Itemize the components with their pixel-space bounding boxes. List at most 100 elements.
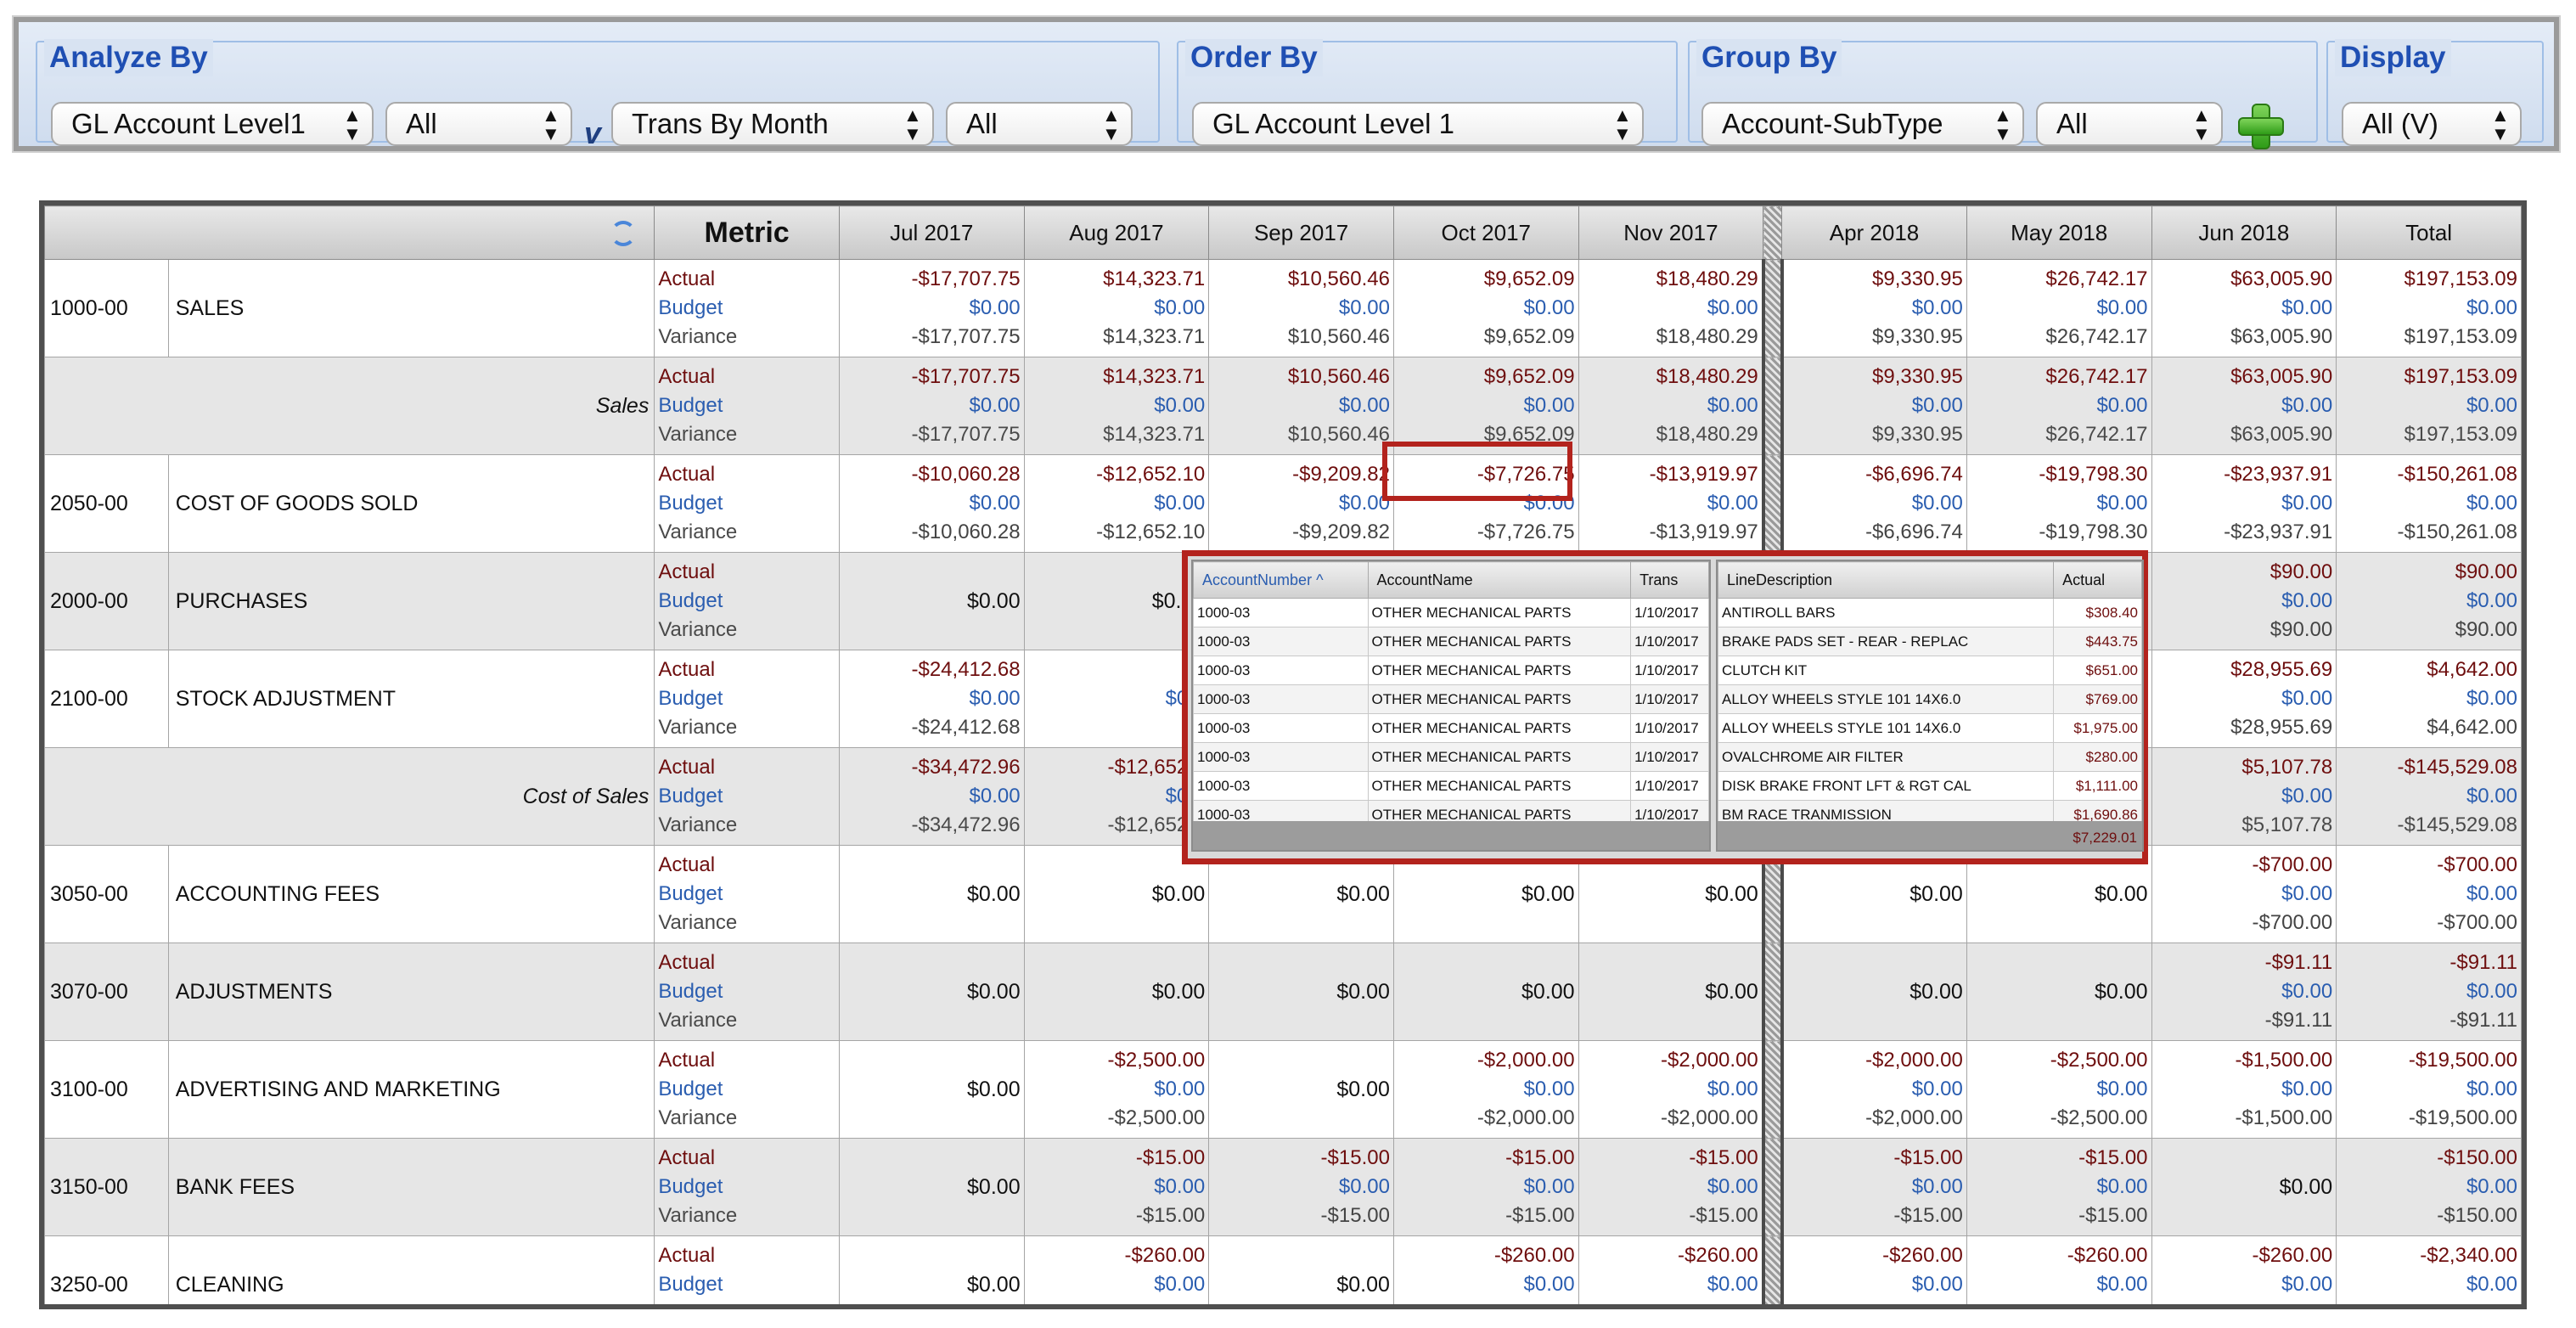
account-number[interactable]: 3250-00 <box>44 1235 169 1304</box>
account-name[interactable]: BANK FEES <box>167 1138 655 1236</box>
value-cell[interactable]: -$260.00 $0.00 -$260.00 <box>1966 1235 2152 1304</box>
account-number[interactable]: 3050-00 <box>44 845 169 943</box>
value-cell[interactable]: -$34,472.96 $0.00 -$34,472.96 <box>838 747 1025 846</box>
month-header[interactable]: Oct 2017 <box>1392 205 1579 260</box>
value-cell[interactable]: -$150,261.08 $0.00 -$150,261.08 <box>2336 454 2522 553</box>
value-cell[interactable]: -$15.00 $0.00 -$15.00 <box>1392 1138 1579 1236</box>
value-cell[interactable]: -$2,000.00 $0.00 -$2,000.00 <box>1578 1040 1764 1139</box>
popup-row[interactable]: CLUTCH KIT $651.00 <box>1717 656 2142 685</box>
account-name[interactable]: PURCHASES <box>167 552 655 650</box>
value-cell[interactable]: $4,642.00 $0.00 $4,642.00 <box>2336 650 2522 748</box>
value-cell[interactable]: -$17,707.75 $0.00 -$17,707.75 <box>838 357 1025 455</box>
value-cell[interactable]: $26,742.17 $0.00 $26,742.17 <box>1966 259 2152 357</box>
month-header[interactable]: Nov 2017 <box>1578 205 1764 260</box>
account-number[interactable]: 2100-00 <box>44 650 169 748</box>
value-cell[interactable]: -$17,707.75 $0.00 -$17,707.75 <box>838 259 1025 357</box>
month-header[interactable]: Jul 2017 <box>838 205 1025 260</box>
value-cell[interactable]: $28,955.69 $0.00 $28,955.69 <box>2151 650 2337 748</box>
popup-row[interactable]: 1000-03 OTHER MECHANICAL PARTS 1/10/2017 <box>1193 627 1709 656</box>
value-cell[interactable]: -$15.00 $0.00 -$15.00 <box>1023 1138 1210 1236</box>
order-by-select[interactable]: GL Account Level 1 ▲ ▼ <box>1192 102 1644 146</box>
value-cell[interactable]: -$260.00 $0.00 -$260.00 <box>2151 1235 2337 1304</box>
value-cell[interactable]: -$15.00 $0.00 -$15.00 <box>1781 1138 1967 1236</box>
value-cell[interactable]: $0.00 <box>2151 1138 2337 1236</box>
value-cell[interactable]: -$2,500.00 $0.00 -$2,500.00 <box>1966 1040 2152 1139</box>
value-cell[interactable]: $9,652.09 $0.00 $9,652.09 <box>1392 357 1579 455</box>
value-cell[interactable]: $63,005.90 $0.00 $63,005.90 <box>2151 357 2337 455</box>
plus-icon[interactable] <box>2238 104 2284 149</box>
month-header[interactable]: May 2018 <box>1966 205 2152 260</box>
value-cell[interactable]: -$2,000.00 $0.00 -$2,000.00 <box>1781 1040 1967 1139</box>
account-number[interactable]: 3070-00 <box>44 943 169 1041</box>
value-cell[interactable]: $9,652.09 $0.00 $9,652.09 <box>1392 259 1579 357</box>
value-cell[interactable]: -$260.00 $0.00 -$260.00 <box>1023 1235 1210 1304</box>
value-cell[interactable]: $5,107.78 $0.00 $5,107.78 <box>2151 747 2337 846</box>
display-select[interactable]: All (V) ▲ ▼ <box>2342 102 2522 146</box>
total-header[interactable]: Total <box>2336 205 2522 260</box>
value-cell[interactable]: -$6,696.74 $0.00 -$6,696.74 <box>1781 454 1967 553</box>
account-name[interactable]: SALES <box>167 259 655 357</box>
value-cell[interactable]: $9,330.95 $0.00 $9,330.95 <box>1781 357 1967 455</box>
month-header[interactable]: Sep 2017 <box>1208 205 1394 260</box>
value-cell[interactable]: $197,153.09 $0.00 $197,153.09 <box>2336 259 2522 357</box>
account-name[interactable]: ACCOUNTING FEES <box>167 845 655 943</box>
column-header-trans[interactable]: Trans <box>1630 561 1709 599</box>
value-cell[interactable]: $0.00 <box>838 845 1025 943</box>
value-cell[interactable]: -$260.00 $0.00 -$260.00 <box>1392 1235 1579 1304</box>
value-cell[interactable]: $0.00 <box>1392 943 1579 1041</box>
value-cell[interactable]: $90.00 $0.00 $90.00 <box>2336 552 2522 650</box>
value-cell[interactable]: -$2,500.00 $0.00 -$2,500.00 <box>1023 1040 1210 1139</box>
value-cell[interactable]: $10,560.46 $0.00 $10,560.46 <box>1208 259 1394 357</box>
value-cell[interactable]: -$15.00 $0.00 -$15.00 <box>1966 1138 2152 1236</box>
column-header-account-name[interactable]: AccountName <box>1367 561 1632 599</box>
month-header[interactable]: Apr 2018 <box>1781 205 1967 260</box>
account-number[interactable]: 2050-00 <box>44 454 169 553</box>
column-header-line-description[interactable]: LineDescription <box>1717 561 2055 599</box>
popup-row[interactable]: 1000-03 OTHER MECHANICAL PARTS 1/10/2017 <box>1193 713 1709 743</box>
column-splitter[interactable] <box>1763 205 1783 260</box>
popup-row[interactable]: 1000-03 OTHER MECHANICAL PARTS 1/10/2017 <box>1193 684 1709 714</box>
account-number[interactable]: 3100-00 <box>44 1040 169 1139</box>
value-cell[interactable]: -$15.00 $0.00 -$15.00 <box>1208 1138 1394 1236</box>
value-cell[interactable]: -$24,412.68 $0.00 -$24,412.68 <box>838 650 1025 748</box>
popup-row[interactable]: 1000-03 OTHER MECHANICAL PARTS 1/10/2017 <box>1193 742 1709 772</box>
account-name[interactable]: CLEANING <box>167 1235 655 1304</box>
month-header[interactable]: Aug 2017 <box>1023 205 1210 260</box>
column-header-actual[interactable]: Actual <box>2053 561 2142 599</box>
value-cell[interactable]: $18,480.29 $0.00 $18,480.29 <box>1578 357 1764 455</box>
value-cell[interactable]: -$1,500.00 $0.00 -$1,500.00 <box>2151 1040 2337 1139</box>
account-name[interactable]: COST OF GOODS SOLD <box>167 454 655 553</box>
value-cell[interactable]: -$2,000.00 $0.00 -$2,000.00 <box>1392 1040 1579 1139</box>
analyze-by-period-select[interactable]: Trans By Month ▲ ▼ <box>611 102 934 146</box>
value-cell[interactable]: $0.00 <box>1023 943 1210 1041</box>
analyze-by-period-filter-select[interactable]: All ▲ ▼ <box>946 102 1133 146</box>
account-number[interactable]: 2000-00 <box>44 552 169 650</box>
value-cell[interactable]: $0.00 <box>1578 943 1764 1041</box>
value-cell[interactable]: $0.00 <box>1966 943 2152 1041</box>
value-cell[interactable]: $14,323.71 $0.00 $14,323.71 <box>1023 259 1210 357</box>
value-cell[interactable]: $63,005.90 $0.00 $63,005.90 <box>2151 259 2337 357</box>
value-cell[interactable]: $14,323.71 $0.00 $14,323.71 <box>1023 357 1210 455</box>
popup-row[interactable]: BRAKE PADS SET - REAR - REPLAC $443.75 <box>1717 627 2142 656</box>
value-cell[interactable]: -$700.00 $0.00 -$700.00 <box>2151 845 2337 943</box>
value-cell[interactable]: $90.00 $0.00 $90.00 <box>2151 552 2337 650</box>
popup-row[interactable]: 1000-03 OTHER MECHANICAL PARTS 1/10/2017 <box>1193 771 1709 801</box>
refresh-icon[interactable] <box>609 219 637 246</box>
column-header-account-number[interactable]: AccountNumber ^ <box>1193 561 1369 599</box>
value-cell[interactable]: $0.00 <box>1208 943 1394 1041</box>
value-cell[interactable]: $0.00 <box>838 1138 1025 1236</box>
value-cell[interactable]: $0.00 <box>1781 943 1967 1041</box>
value-cell[interactable]: $0.00 <box>838 1040 1025 1139</box>
value-cell[interactable]: -$9,209.82 $0.00 -$9,209.82 <box>1208 454 1394 553</box>
value-cell[interactable]: -$12,652.10 $0.00 -$12,652.10 <box>1023 454 1210 553</box>
value-cell[interactable]: $0.00 <box>838 1235 1025 1304</box>
popup-row[interactable]: 1000-03 OTHER MECHANICAL PARTS 1/10/2017 <box>1193 598 1709 627</box>
analyze-by-filter-select[interactable]: All ▲ ▼ <box>385 102 572 146</box>
popup-row[interactable]: ALLOY WHEELS STYLE 101 14X6.0 $1,975.00 <box>1717 713 2142 743</box>
value-cell[interactable]: -$91.11 $0.00 -$91.11 <box>2151 943 2337 1041</box>
value-cell[interactable]: $0.00 <box>1208 1235 1394 1304</box>
popup-row[interactable]: 1000-03 OTHER MECHANICAL PARTS 1/10/2017 <box>1193 656 1709 685</box>
value-cell[interactable]: -$13,919.97 $0.00 -$13,919.97 <box>1578 454 1764 553</box>
value-cell[interactable]: -$19,500.00 $0.00 -$19,500.00 <box>2336 1040 2522 1139</box>
account-name[interactable]: STOCK ADJUSTMENT <box>167 650 655 748</box>
